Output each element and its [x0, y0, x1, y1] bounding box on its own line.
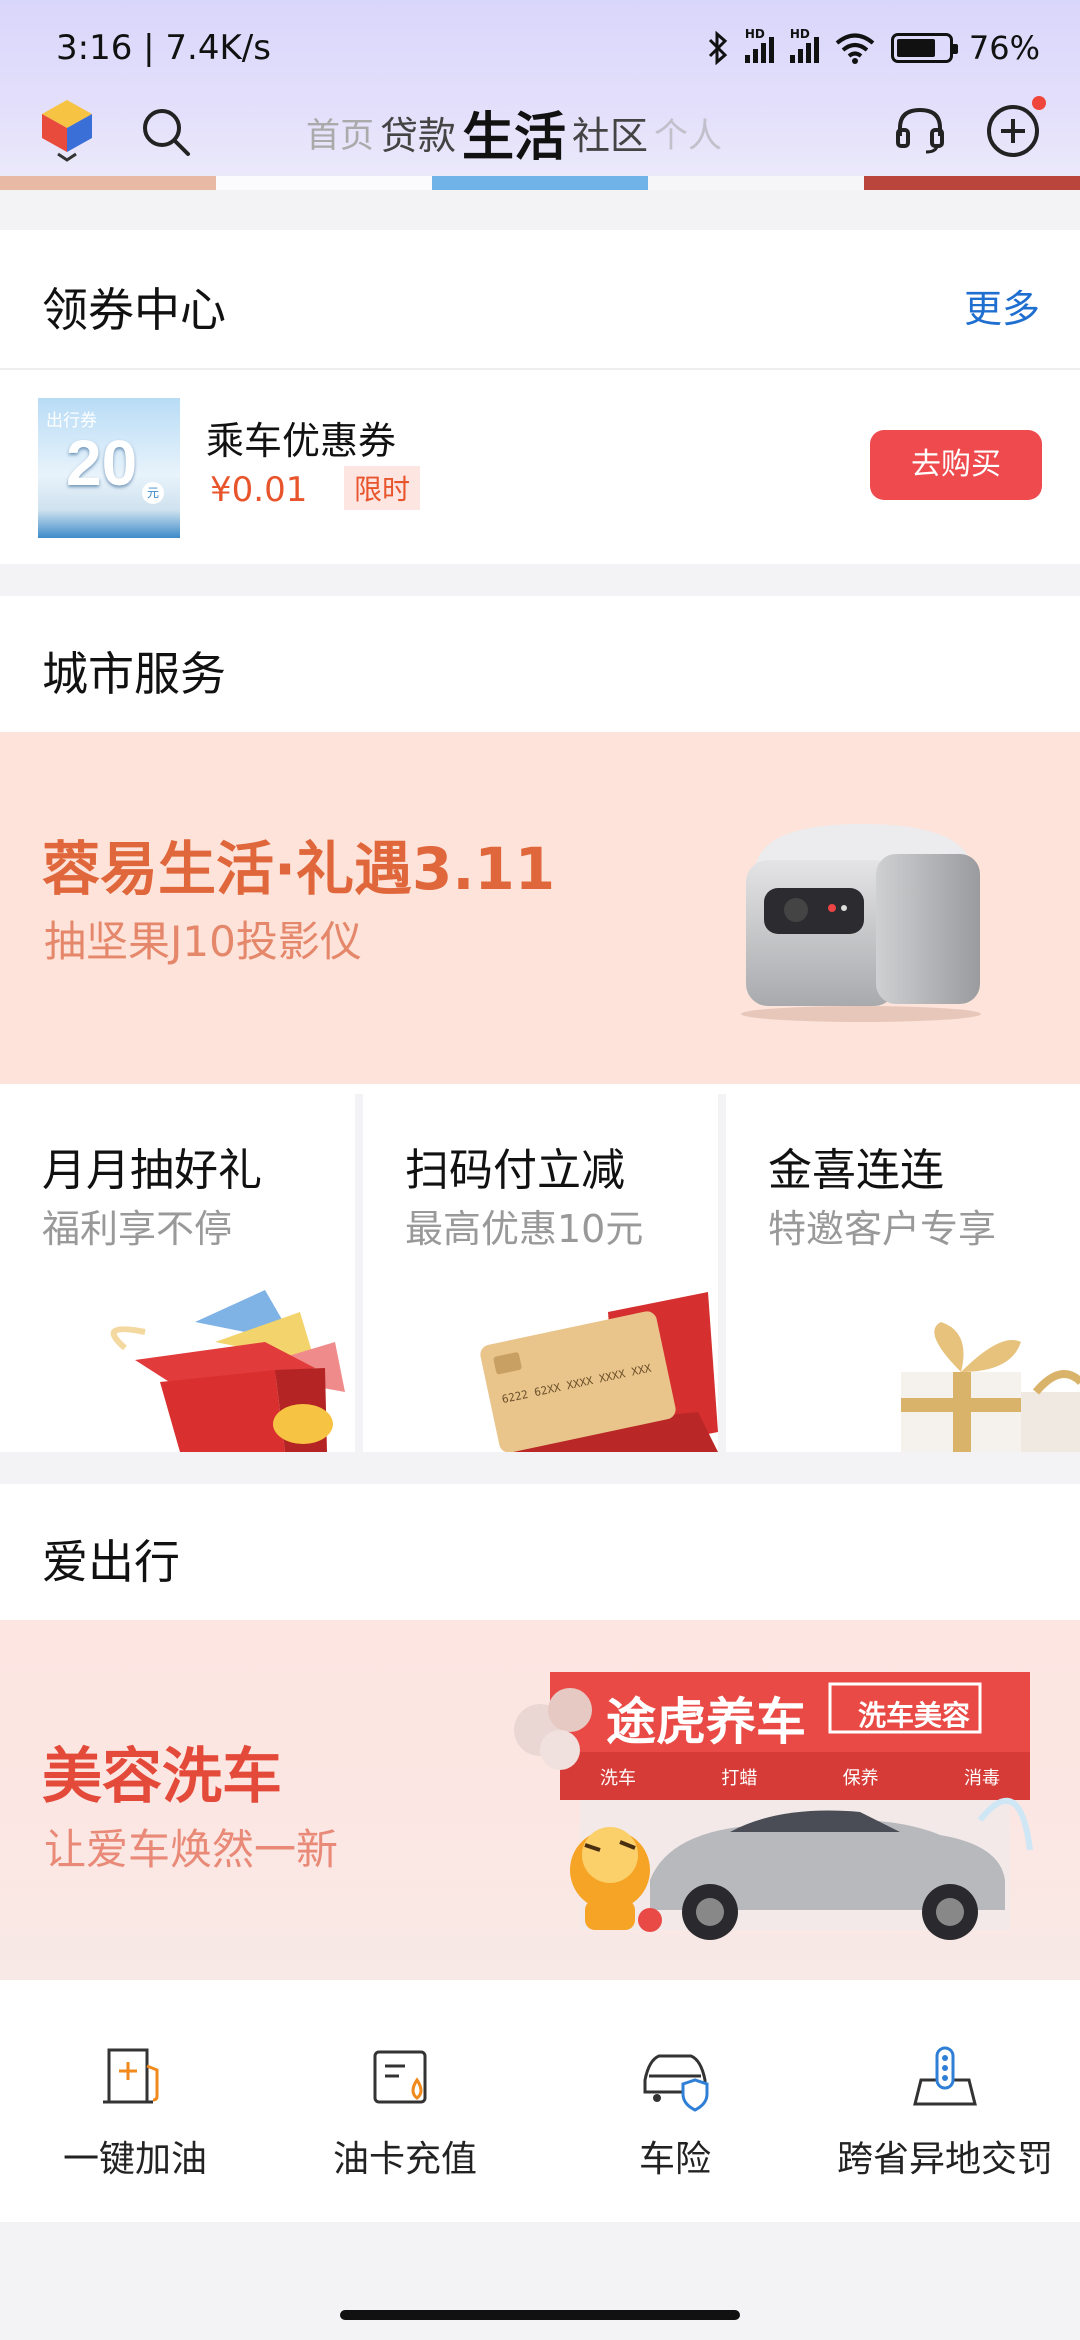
shop-item: 打蜡 [721, 1768, 758, 1789]
signal-hd-label: HD [744, 27, 765, 41]
shop-item: 洗车 [600, 1768, 636, 1789]
shop-item: 消毒 [963, 1768, 1000, 1789]
nav-tabs: 首页 贷款 生活 社区 个人 [306, 92, 722, 172]
battery-icon [890, 33, 958, 63]
status-bar: 3:16 | 7.4K/s HD HD 76% [56, 20, 1040, 76]
car-wash-banner[interactable]: 美容洗车 让爱车焕然一新 途虎养车 洗车美容 洗车 打蜡 保养 消毒 [0, 1620, 1080, 1980]
app-logo-icon[interactable] [38, 98, 96, 162]
travel-services: 一键加油 油卡充值 车险 跨省异地交罚 [0, 1982, 1080, 2222]
service-car-insurance[interactable]: 车险 [540, 2040, 810, 2190]
coupon-price: ¥0.01 [210, 470, 308, 510]
service-label: 油卡充值 [332, 2139, 477, 2180]
limited-badge: 限时 [344, 466, 421, 510]
home-indicator[interactable] [340, 2310, 740, 2320]
service-label: 车险 [638, 2139, 711, 2180]
car-wash-image [514, 1672, 1033, 1940]
city-banner-subtitle: 抽坚果J10投影仪 [44, 917, 362, 966]
service-label: 跨省异地交罚 [836, 2139, 1053, 2180]
promo-card-monthly-gift[interactable]: 月月抽好礼 福利享不停 [0, 1094, 355, 1452]
signal-icon: HD [744, 27, 774, 63]
buy-button[interactable]: 去购买 [870, 430, 1042, 500]
coupon-thumb-value: 20 [66, 427, 138, 499]
more-link[interactable]: 更多 [964, 278, 1040, 333]
service-traffic-fine[interactable]: 跨省异地交罚 [810, 2040, 1080, 2190]
shop-item: 保养 [842, 1768, 879, 1789]
section-title-city: 城市服务 [42, 647, 226, 701]
tab-home[interactable]: 首页 [306, 108, 374, 157]
promo-subtitle: 福利享不停 [42, 1207, 233, 1251]
city-banner-title: 蓉易生活·礼遇3.11 [42, 835, 556, 903]
section-title-coupon: 领券中心 [42, 283, 226, 337]
fuel-icon [103, 2048, 159, 2104]
add-icon[interactable] [984, 102, 1042, 160]
header-image-strip [0, 176, 1080, 190]
top-nav: 首页 贷款 生活 社区 个人 [0, 92, 1080, 172]
gift-box-image [110, 1290, 345, 1452]
service-label: 一键加油 [62, 2139, 207, 2180]
tab-personal[interactable]: 个人 [654, 108, 722, 157]
promo-cards: 月月抽好礼 福利享不停 扫码付立减 最高优惠10元 6222 62XX XXXX… [0, 1094, 1080, 1452]
signal-icon-2: HD [789, 27, 819, 63]
city-banner[interactable]: 蓉易生活·礼遇3.11 抽坚果J10投影仪 [0, 732, 1080, 1084]
promo-title: 月月抽好礼 [42, 1145, 262, 1196]
city-services-section: 城市服务 蓉易生活·礼遇3.11 抽坚果J10投影仪 [0, 596, 1080, 1096]
coupon-center-section: 领券中心 更多 出行券 20 元 乘车优惠券 ¥0.01 限时 去购买 [0, 230, 1080, 564]
car-insurance-icon [643, 2054, 709, 2112]
section-title-travel: 爱出行 [42, 1535, 180, 1589]
battery-percent: 76% [968, 29, 1040, 67]
coupon-thumbnail[interactable]: 出行券 20 元 [38, 398, 180, 538]
car-banner-title: 美容洗车 [42, 1742, 282, 1812]
divider [0, 368, 1080, 370]
notification-dot [1032, 96, 1046, 110]
bluetooth-icon [708, 31, 728, 65]
battery-level [896, 39, 935, 57]
search-icon[interactable] [138, 104, 194, 160]
projector-image [741, 824, 981, 1022]
promo-title: 扫码付立减 [405, 1145, 625, 1196]
car-banner-subtitle: 让爱车焕然一新 [44, 1825, 339, 1874]
coupon-name[interactable]: 乘车优惠券 [206, 410, 396, 465]
headset-icon[interactable] [892, 102, 948, 158]
shop-name: 途虎养车 [606, 1693, 806, 1751]
coupon-thumb-unit: 元 [142, 482, 164, 504]
status-time: 3:16 | 7.4K/s [56, 28, 271, 68]
signal-hd-label-2: HD [789, 27, 810, 41]
service-fuel[interactable]: 一键加油 [0, 2040, 270, 2190]
shop-tag: 洗车美容 [858, 1699, 971, 1732]
promo-subtitle: 特邀客户专享 [768, 1207, 997, 1251]
promo-title: 金喜连连 [768, 1145, 944, 1196]
tab-loan[interactable]: 贷款 [380, 105, 456, 160]
shop-items: 洗车 打蜡 保养 消毒 [600, 1764, 1000, 1790]
service-fuel-card[interactable]: 油卡充值 [270, 2040, 540, 2190]
gift-ribbon-image [901, 1322, 1080, 1452]
fuel-card-icon [373, 2050, 427, 2104]
bank-card-image: 6222 62XX XXXX XXXX XXX [480, 1292, 718, 1452]
tab-community[interactable]: 社区 [572, 105, 648, 160]
tab-life[interactable]: 生活 [462, 95, 566, 170]
promo-subtitle: 最高优惠10元 [405, 1207, 644, 1251]
promo-card-scan-pay[interactable]: 扫码付立减 最高优惠10元 6222 62XX XXXX XXXX XXX [363, 1094, 718, 1452]
wifi-icon [835, 33, 875, 64]
promo-card-golden-joy[interactable]: 金喜连连 特邀客户专享 [726, 1094, 1080, 1452]
traffic-fine-icon [913, 2046, 977, 2106]
top-header: 3:16 | 7.4K/s HD HD 76% 首页 贷款 生活 社区 个人 [0, 0, 1080, 190]
